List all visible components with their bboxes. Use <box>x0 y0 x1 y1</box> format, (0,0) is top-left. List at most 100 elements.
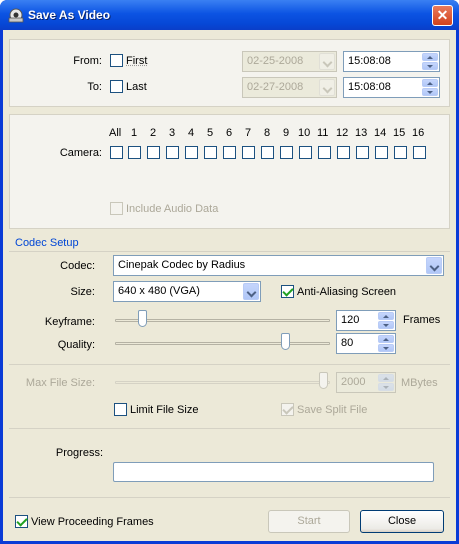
camera-16-number: 16 <box>412 127 425 139</box>
quality-slider-thumb[interactable] <box>281 333 290 350</box>
app-icon <box>8 8 24 23</box>
quality-label: Quality: <box>57 339 95 351</box>
camera-9-number: 9 <box>283 127 290 139</box>
size-label: Size: <box>70 286 95 298</box>
camera-2-checkbox[interactable] <box>147 146 160 159</box>
close-icon[interactable]: ✕ <box>432 5 453 26</box>
keyframe-spinner[interactable] <box>378 312 394 329</box>
save-split-file-label: Save Split File <box>297 404 368 416</box>
to-label: To: <box>87 81 102 93</box>
include-audio-label: Include Audio Data <box>126 203 219 215</box>
spin-up-icon[interactable] <box>378 335 394 343</box>
quality-field[interactable]: 80 <box>336 333 396 354</box>
max-file-size-spinner <box>378 374 394 391</box>
anti-aliasing-label[interactable]: Anti-Aliasing Screen <box>297 286 396 298</box>
camera-all-checkbox[interactable] <box>110 146 123 159</box>
camera-9-checkbox[interactable] <box>280 146 293 159</box>
dialog-body: From: First 02-25-2008 15:08:08 To: Last… <box>3 30 456 541</box>
quality-slider-track[interactable] <box>115 342 330 345</box>
camera-6-checkbox[interactable] <box>223 146 236 159</box>
spin-down-icon <box>378 383 394 391</box>
camera-4-number: 4 <box>188 127 195 139</box>
to-date-dropdown-icon <box>319 79 335 96</box>
size-select[interactable]: 640 x 480 (VGA) <box>113 281 261 302</box>
camera-5-checkbox[interactable] <box>204 146 217 159</box>
to-time-spinner[interactable] <box>422 79 438 96</box>
last-checkbox[interactable] <box>110 80 123 93</box>
from-date-picker: 02-25-2008 <box>242 51 337 72</box>
camera-7-checkbox[interactable] <box>242 146 255 159</box>
codec-divider <box>9 251 450 252</box>
save-as-video-window: Save As Video ✕ From: First 02-25-2008 1… <box>0 0 459 544</box>
anti-aliasing-checkbox[interactable] <box>281 285 294 298</box>
camera-1-number: 1 <box>131 127 138 139</box>
camera-13-checkbox[interactable] <box>356 146 369 159</box>
spin-down-icon[interactable] <box>422 88 438 96</box>
chevron-down-icon[interactable] <box>426 257 442 274</box>
camera-3-number: 3 <box>169 127 176 139</box>
spin-up-icon <box>378 374 394 382</box>
camera-14-number: 14 <box>374 127 387 139</box>
max-file-size-value: 2000 <box>341 376 366 388</box>
camera-12-checkbox[interactable] <box>337 146 350 159</box>
from-date-dropdown-icon <box>319 53 335 70</box>
file-size-divider <box>9 364 450 365</box>
camera-6-number: 6 <box>226 127 233 139</box>
camera-15-checkbox[interactable] <box>394 146 407 159</box>
camera-2-number: 2 <box>150 127 157 139</box>
spin-up-icon[interactable] <box>422 53 438 61</box>
chevron-down-icon[interactable] <box>243 283 259 300</box>
max-file-size-slider-thumb <box>319 372 328 389</box>
quality-spinner[interactable] <box>378 335 394 352</box>
camera-all-label: All <box>109 127 122 139</box>
camera-4-checkbox[interactable] <box>185 146 198 159</box>
codec-setup-title: Codec Setup <box>15 237 79 249</box>
close-button[interactable]: Close <box>360 510 444 533</box>
camera-10-checkbox[interactable] <box>299 146 312 159</box>
start-button: Start <box>268 510 350 533</box>
spin-down-icon[interactable] <box>378 344 394 352</box>
camera-7-number: 7 <box>245 127 252 139</box>
codec-select[interactable]: Cinepak Codec by Radius <box>113 255 444 276</box>
camera-5-number: 5 <box>207 127 214 139</box>
camera-11-checkbox[interactable] <box>318 146 331 159</box>
spin-up-icon[interactable] <box>378 312 394 320</box>
camera-14-checkbox[interactable] <box>375 146 388 159</box>
camera-3-checkbox[interactable] <box>166 146 179 159</box>
view-proceeding-frames-checkbox[interactable] <box>15 515 28 528</box>
max-file-size-label: Max File Size: <box>25 377 95 389</box>
view-proceeding-frames-label[interactable]: View Proceeding Frames <box>31 516 154 528</box>
from-label: From: <box>73 55 102 67</box>
first-label[interactable]: First <box>126 55 147 67</box>
last-label[interactable]: Last <box>126 81 147 93</box>
to-time-field[interactable]: 15:08:08 <box>343 77 440 98</box>
limit-file-size-checkbox[interactable] <box>114 403 127 416</box>
camera-15-number: 15 <box>393 127 406 139</box>
spin-down-icon[interactable] <box>378 321 394 329</box>
camera-8-checkbox[interactable] <box>261 146 274 159</box>
keyframe-field[interactable]: 120 <box>336 310 396 331</box>
from-time-field[interactable]: 15:08:08 <box>343 51 440 72</box>
spin-down-icon[interactable] <box>422 62 438 70</box>
camera-panel: All 1 2 3 4 5 6 7 8 9 10 11 12 13 14 15 16 Camera: Incl… <box>9 114 450 229</box>
camera-8-number: 8 <box>264 127 271 139</box>
limit-file-size-label[interactable]: Limit File Size <box>130 404 198 416</box>
first-checkbox[interactable] <box>110 54 123 67</box>
to-date-picker: 02-27-2008 <box>242 77 337 98</box>
title-bar[interactable]: Save As Video ✕ <box>0 0 459 30</box>
to-date-value: 02-27-2008 <box>247 81 304 93</box>
keyframe-slider-track[interactable] <box>115 319 330 322</box>
mbytes-label: MBytes <box>401 377 438 389</box>
keyframe-slider-thumb[interactable] <box>138 310 147 327</box>
camera-10-number: 10 <box>298 127 311 139</box>
from-time-value: 15:08:08 <box>348 55 391 67</box>
from-time-spinner[interactable] <box>422 53 438 70</box>
size-value: 640 x 480 (VGA) <box>118 285 200 297</box>
camera-16-checkbox[interactable] <box>413 146 426 159</box>
spin-up-icon[interactable] <box>422 79 438 87</box>
camera-13-number: 13 <box>355 127 368 139</box>
camera-1-checkbox[interactable] <box>128 146 141 159</box>
progress-label: Progress: <box>55 447 103 459</box>
camera-12-number: 12 <box>336 127 349 139</box>
from-date-value: 02-25-2008 <box>247 55 304 67</box>
